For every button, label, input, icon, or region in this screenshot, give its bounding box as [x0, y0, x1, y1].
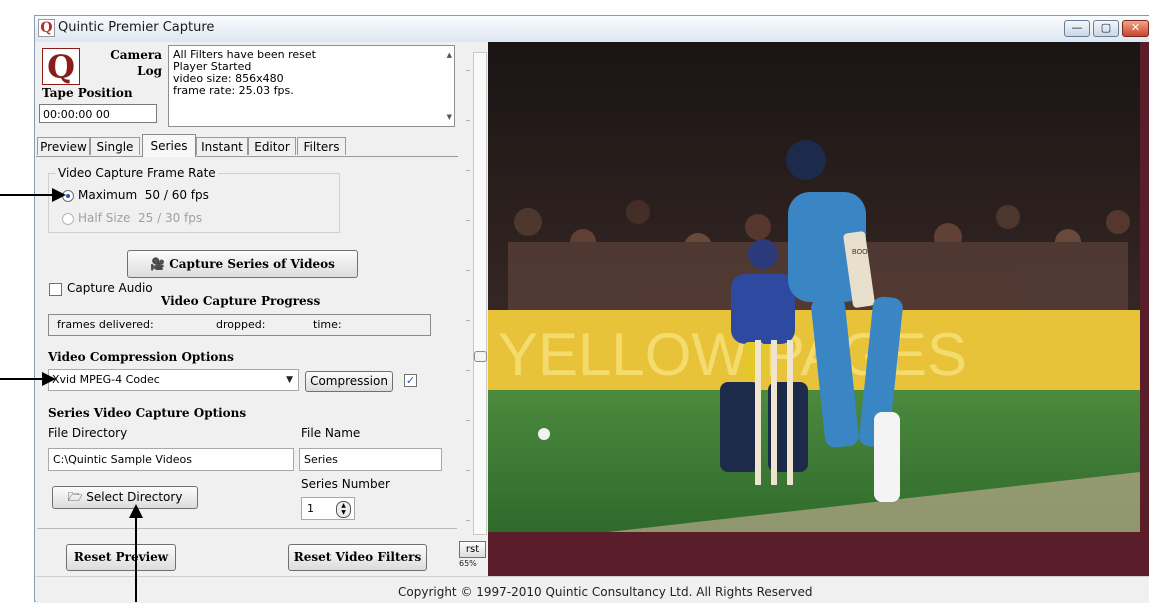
- slider-tick: [466, 320, 470, 321]
- compression-button[interactable]: Compression: [305, 371, 393, 392]
- spin-arrows-icon[interactable]: ▲ ▼: [336, 501, 351, 518]
- window-title: Quintic Premier Capture: [58, 20, 215, 35]
- codec-select[interactable]: Xvid MPEG-4 Codec ▼: [48, 369, 299, 391]
- half-size-label[interactable]: Half Size 25 / 30 fps: [78, 211, 202, 225]
- maximum-label[interactable]: Maximum 50 / 60 fps: [78, 188, 209, 202]
- camera-label-line1: Camera: [110, 48, 162, 62]
- series-number-value: 1: [307, 502, 314, 515]
- zoom-level: 65%: [459, 559, 477, 568]
- slider-tick: [466, 520, 470, 521]
- stumps: [755, 340, 793, 485]
- tab-preview[interactable]: Preview: [37, 137, 90, 155]
- arrow-right-icon: [52, 188, 66, 202]
- arrow-select-directory-line: [135, 514, 137, 602]
- time-label: time:: [313, 318, 342, 331]
- camera-label-line2: Log: [137, 64, 162, 78]
- camera-log[interactable]: All Filters have been reset Player Start…: [168, 45, 455, 127]
- series-options-title: Series Video Capture Options: [48, 406, 247, 420]
- compression-checkbox[interactable]: ✓: [404, 374, 417, 387]
- capture-series-button[interactable]: 🎥 Capture Series of Videos: [127, 250, 358, 278]
- file-directory-field[interactable]: C:\Quintic Sample Videos: [48, 448, 294, 471]
- capture-audio-label[interactable]: Capture Audio: [67, 281, 153, 295]
- app-logo-icon: Q: [38, 19, 55, 37]
- arrow-frame-rate-line: [0, 194, 56, 196]
- copyright-text: Copyright © 1997-2010 Quintic Consultanc…: [398, 585, 813, 599]
- tape-position-field[interactable]: 00:00:00 00: [39, 104, 157, 123]
- tab-editor[interactable]: Editor: [248, 137, 296, 155]
- frame-rate-group-title: Video Capture Frame Rate: [56, 166, 218, 180]
- log-line: frame rate: 25.03 fps.: [173, 84, 294, 97]
- zoom-slider[interactable]: [473, 52, 487, 535]
- arrow-up-icon: [129, 504, 143, 518]
- chevron-down-icon[interactable]: ▼: [286, 370, 293, 390]
- slider-tick: [466, 370, 470, 371]
- camera-log-label: Camera Log: [92, 47, 162, 79]
- arrow-right-icon: [42, 372, 56, 386]
- arrow-codec-line: [0, 378, 45, 380]
- close-button[interactable]: ✕: [1122, 20, 1149, 37]
- progress-title: Video Capture Progress: [161, 294, 321, 308]
- scroll-down-icon[interactable]: ▼: [447, 111, 452, 123]
- series-number-spinner[interactable]: 1 ▲ ▼: [301, 497, 355, 520]
- capture-progress-box: frames delivered: dropped: time:: [48, 314, 431, 336]
- select-directory-label: Select Directory: [86, 490, 183, 504]
- tape-position-label: Tape Position: [42, 86, 133, 100]
- slider-tick: [466, 170, 470, 171]
- compression-title: Video Compression Options: [48, 350, 234, 364]
- slider-tick: [466, 70, 470, 71]
- camera-icon: 🎥: [150, 257, 166, 271]
- video-preview[interactable]: YELLOW PAGES BOO: [488, 42, 1149, 576]
- series-number-label: Series Number: [301, 477, 390, 491]
- cricket-ball: [538, 428, 550, 440]
- slider-tick: [466, 220, 470, 221]
- file-name-label: File Name: [301, 426, 361, 440]
- half-size-option-label: Half Size: [78, 211, 131, 225]
- half-size-option-value: 25 / 30 fps: [138, 211, 203, 225]
- minimize-button[interactable]: —: [1064, 20, 1090, 37]
- tab-single[interactable]: Single: [90, 137, 140, 155]
- panel-divider: [37, 528, 457, 529]
- tab-instant[interactable]: Instant: [196, 137, 248, 155]
- bat-label: BOO: [852, 249, 868, 256]
- half-size-radio[interactable]: [62, 213, 74, 225]
- dropped-label: dropped:: [216, 318, 266, 331]
- slider-tick: [466, 270, 470, 271]
- tab-filters[interactable]: Filters: [297, 137, 346, 155]
- maximize-button[interactable]: ▢: [1093, 20, 1119, 37]
- reset-zoom-button[interactable]: rst: [459, 541, 486, 558]
- maximum-option-label: Maximum: [78, 188, 138, 202]
- slider-tick: [466, 470, 470, 471]
- maximum-option-value: 50 / 60 fps: [144, 188, 209, 202]
- scroll-up-icon[interactable]: ▲: [447, 49, 452, 61]
- video-frame-image: YELLOW PAGES BOO: [488, 42, 1140, 532]
- capture-audio-checkbox[interactable]: [49, 283, 62, 296]
- zoom-slider-thumb[interactable]: [474, 351, 487, 362]
- codec-value: Xvid MPEG-4 Codec: [52, 373, 160, 386]
- frames-delivered-label: frames delivered:: [57, 318, 154, 331]
- file-name-field[interactable]: Series: [299, 448, 442, 471]
- slider-tick: [466, 120, 470, 121]
- slider-tick: [466, 420, 470, 421]
- reset-preview-button[interactable]: Reset Preview: [66, 544, 176, 571]
- tab-series[interactable]: Series: [142, 134, 196, 157]
- quintic-logo: Q: [42, 48, 80, 86]
- capture-series-label: Capture Series of Videos: [169, 257, 335, 271]
- folder-icon: 🗁: [67, 490, 83, 504]
- select-directory-button[interactable]: 🗁 Select Directory: [52, 486, 198, 509]
- reset-video-filters-button[interactable]: Reset Video Filters: [288, 544, 427, 571]
- file-directory-label: File Directory: [48, 426, 128, 440]
